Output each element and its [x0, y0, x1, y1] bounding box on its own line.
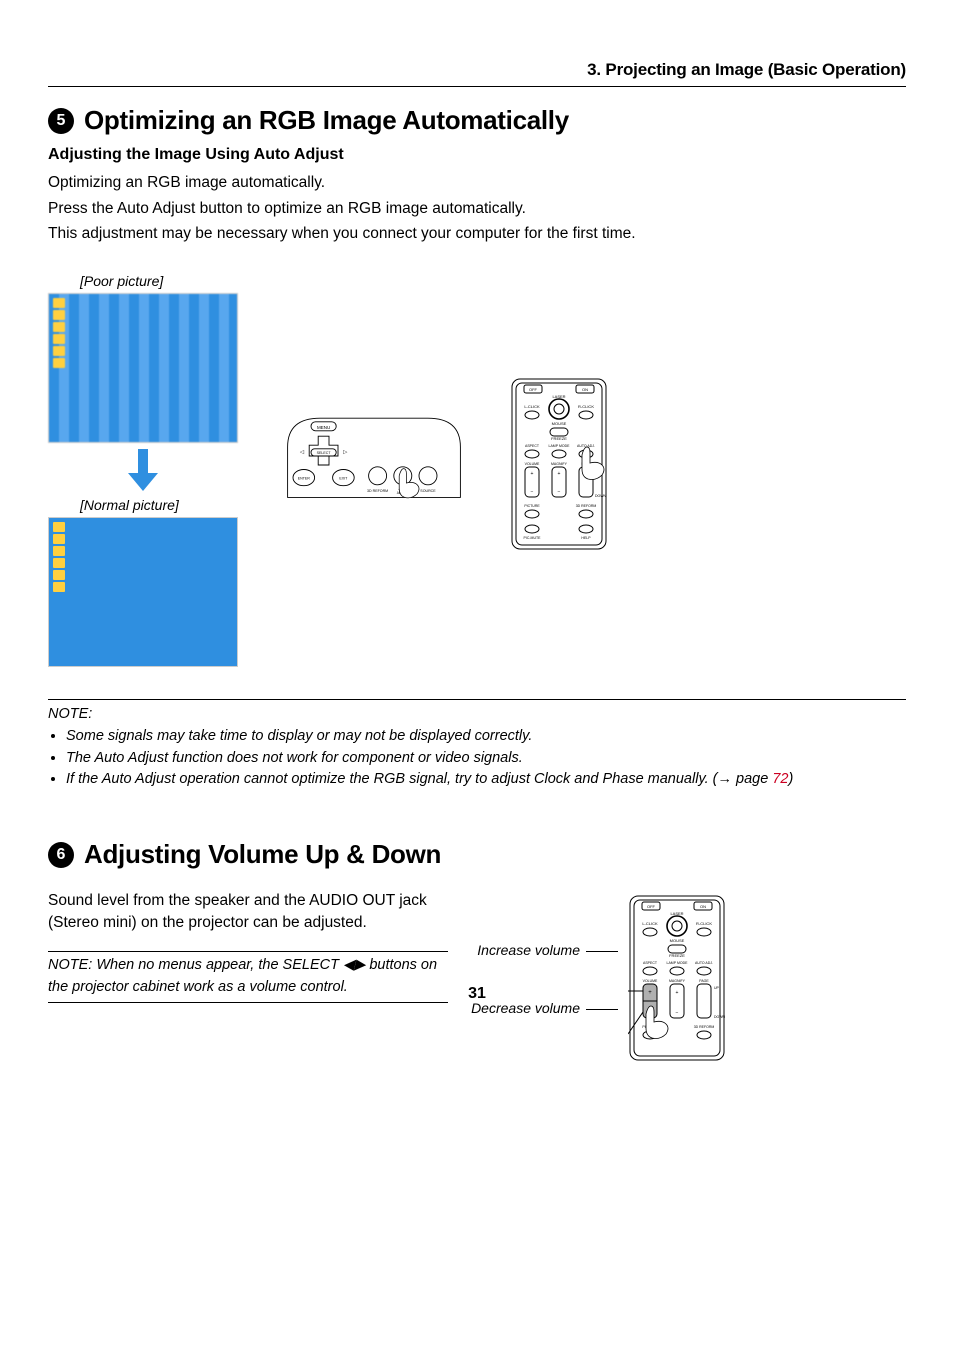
section5-number-badge: 5: [48, 108, 74, 134]
svg-text:+: +: [531, 471, 534, 477]
page-link-72[interactable]: 72: [772, 771, 788, 787]
svg-text:MOUSE: MOUSE: [552, 421, 567, 426]
exit-label: EXIT: [339, 476, 348, 480]
section6-number-badge: 6: [48, 842, 74, 868]
svg-text:VOLUME: VOLUME: [643, 979, 658, 983]
svg-text:ASPECT: ASPECT: [643, 961, 658, 965]
svg-text:3D REFORM: 3D REFORM: [694, 1025, 715, 1029]
svg-text:−: −: [531, 489, 534, 495]
svg-text:LAMP MODE: LAMP MODE: [667, 961, 689, 965]
svg-text:MAGNIFY: MAGNIFY: [669, 979, 686, 983]
remote-figure-1: OFF ON LASER L-CLICK R-CLICK MOUSE FREEZ…: [510, 377, 608, 557]
reform-label: 3D REFORM: [367, 489, 388, 493]
svg-text:DOWN: DOWN: [714, 1015, 726, 1019]
pictures-column: [Poor picture] [Normal picture]: [48, 273, 238, 667]
menu-label: MENU: [317, 425, 330, 430]
section5-p3: This adjustment may be necessary when yo…: [48, 223, 906, 245]
section5-subtitle: Adjusting the Image Using Auto Adjust: [48, 146, 906, 164]
section5-title: Optimizing an RGB Image Automatically: [84, 105, 569, 136]
increase-volume-label: Increase volume: [477, 942, 618, 958]
svg-text:AUTO ADJ.: AUTO ADJ.: [695, 961, 713, 965]
svg-text:MOUSE: MOUSE: [670, 938, 685, 943]
svg-text:HELP: HELP: [581, 536, 591, 540]
svg-text:MAGNIFY: MAGNIFY: [551, 462, 568, 466]
poor-picture-image: [48, 293, 238, 443]
note-bullet-3: If the Auto Adjust operation cannot opti…: [66, 769, 906, 791]
svg-text:PICTURE: PICTURE: [524, 504, 540, 508]
svg-text:L-CLICK: L-CLICK: [642, 921, 658, 926]
svg-text:+: +: [558, 471, 561, 477]
section6-title-row: 6 Adjusting Volume Up & Down: [48, 839, 906, 870]
svg-text:PAGE: PAGE: [699, 979, 709, 983]
enter-label: ENTER: [298, 476, 311, 480]
source-label: SOURCE: [420, 489, 436, 493]
svg-text:FREEZE: FREEZE: [669, 953, 685, 958]
figures-row: [Poor picture] [Normal picture] MENU SEL…: [48, 273, 906, 667]
control-panel-figure: MENU SELECT ◁ ▷ ENTER EXIT 3D REFORM AUT…: [284, 410, 464, 507]
svg-text:LAMP MODE: LAMP MODE: [549, 444, 571, 448]
note-label: NOTE:: [48, 704, 906, 726]
label-normal-picture: [Normal picture]: [80, 497, 179, 513]
arrow-down-icon: [128, 449, 158, 491]
svg-text:OFF: OFF: [647, 904, 656, 909]
svg-text:VOLUME: VOLUME: [525, 462, 540, 466]
section5-title-row: 5 Optimizing an RGB Image Automatically: [48, 105, 906, 136]
note-block: NOTE: Some signals may take time to disp…: [48, 699, 906, 791]
label-poor-picture: [Poor picture]: [80, 273, 163, 289]
svg-text:−: −: [558, 489, 561, 495]
svg-text:OFF: OFF: [529, 387, 538, 392]
normal-picture-image: [48, 517, 238, 667]
section5-p2: Press the Auto Adjust button to optimize…: [48, 198, 906, 220]
page-number: 31: [0, 985, 954, 1003]
svg-text:PIC-MUTE: PIC-MUTE: [524, 536, 542, 540]
note-bullet-1: Some signals may take time to display or…: [66, 726, 906, 748]
svg-text:DOWN: DOWN: [595, 494, 607, 498]
svg-text:FREEZE: FREEZE: [551, 436, 567, 441]
svg-text:L-CLICK: L-CLICK: [524, 404, 540, 409]
select-label: SELECT: [317, 451, 332, 455]
section6-title: Adjusting Volume Up & Down: [84, 839, 441, 870]
svg-text:R-CLICK: R-CLICK: [578, 404, 594, 409]
volume-remote-figure: Increase volume Decrease volume OFF ON L…: [471, 894, 726, 1064]
section6-p1: Sound level from the speaker and the AUD…: [48, 890, 448, 933]
left-right-triangle-icon: ◀▶: [343, 957, 365, 973]
note-bullet-2: The Auto Adjust function does not work f…: [66, 748, 906, 770]
svg-text:◁: ◁: [300, 449, 304, 455]
chapter-header: 3. Projecting an Image (Basic Operation): [48, 60, 906, 87]
svg-text:ON: ON: [582, 387, 588, 392]
svg-text:3D REFORM: 3D REFORM: [576, 504, 597, 508]
svg-text:▷: ▷: [343, 449, 347, 455]
svg-text:ASPECT: ASPECT: [525, 444, 540, 448]
svg-text:ON: ON: [700, 904, 706, 909]
svg-text:R-CLICK: R-CLICK: [696, 921, 712, 926]
section5-p1: Optimizing an RGB image automatically.: [48, 172, 906, 194]
svg-text:−: −: [676, 1010, 679, 1016]
